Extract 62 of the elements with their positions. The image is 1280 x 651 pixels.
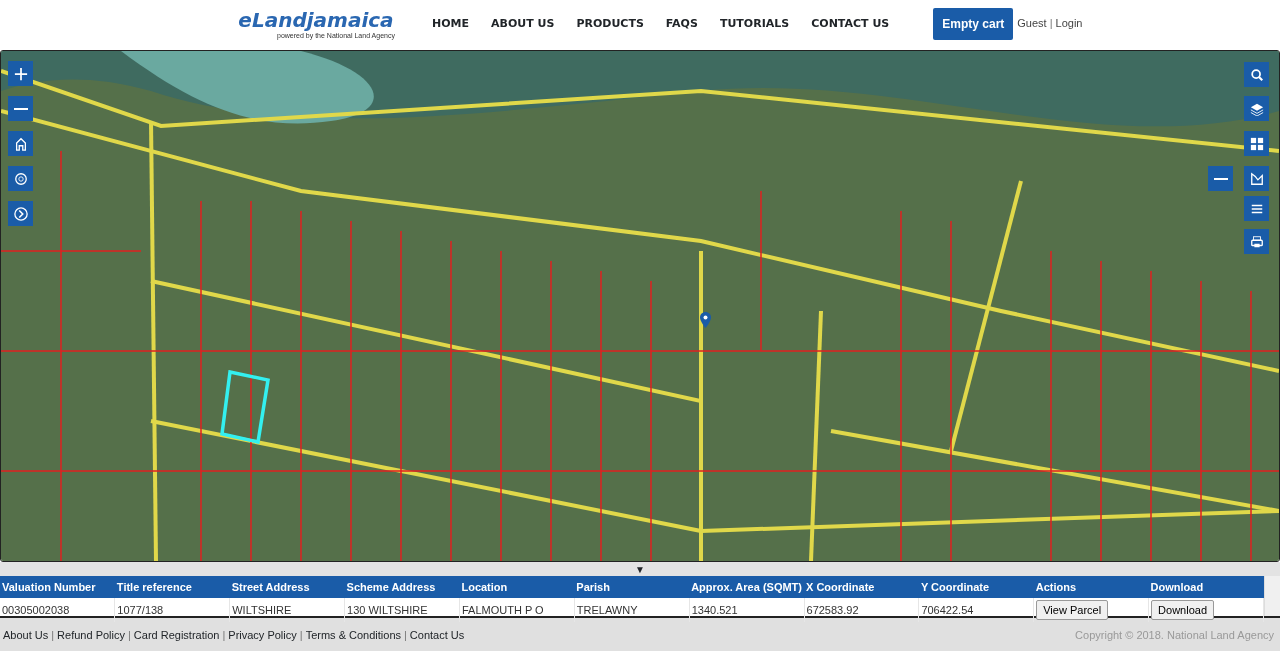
nav-link[interactable]: HOME <box>432 16 470 33</box>
plus-icon <box>13 66 28 81</box>
site-logo[interactable]: eLandjamaica <box>238 8 394 32</box>
footer-link[interactable]: Terms & Conditions <box>305 629 401 642</box>
map-control-button[interactable] <box>1244 229 1269 254</box>
minus-icon <box>13 107 28 110</box>
nav-link[interactable]: TUTORIALS <box>719 16 790 33</box>
separator: | <box>1049 17 1053 29</box>
map-control-button[interactable] <box>1244 96 1269 121</box>
copyright-text: Copyright © 2018. National Land Agency <box>1075 628 1274 644</box>
column-header: Scheme Address <box>344 576 460 598</box>
minus-icon <box>1213 177 1228 180</box>
column-header: Approx. Area (SQMT) <box>689 576 804 598</box>
separator: | <box>222 629 226 642</box>
footer-link[interactable]: Privacy Policy <box>228 629 297 642</box>
scrollbar[interactable] <box>1264 576 1280 616</box>
location-pin-icon <box>700 312 711 328</box>
separator: | <box>128 629 131 642</box>
collapse-toggle[interactable]: ▼ <box>635 561 645 577</box>
column-header: Download <box>1148 576 1264 598</box>
nav-link[interactable]: PRODUCTS <box>576 16 644 33</box>
map-control-button[interactable] <box>8 166 33 191</box>
crosshair-icon <box>13 171 28 186</box>
column-header: Street Address <box>229 576 345 598</box>
grid-icon <box>1249 136 1264 151</box>
map-control-button[interactable] <box>1244 131 1269 156</box>
nav-link[interactable]: ABOUT US <box>491 16 555 33</box>
view-parcel-button[interactable]: View Parcel <box>1036 599 1109 620</box>
chevron-circle-icon <box>13 206 28 221</box>
cart-button[interactable]: Empty cart <box>933 8 1014 40</box>
separator: | <box>404 629 407 642</box>
column-header: Parish <box>574 576 690 598</box>
map-control-button[interactable] <box>8 61 33 86</box>
column-header: Location <box>459 576 575 598</box>
map-control-button[interactable] <box>1208 166 1233 191</box>
separator: | <box>51 629 55 642</box>
footer-link[interactable]: Card Registration <box>133 629 220 642</box>
column-header: Actions <box>1033 576 1149 598</box>
column-header: X Coordinate <box>804 576 919 598</box>
column-header: Valuation Number <box>0 576 115 598</box>
download-button[interactable]: Download <box>1151 599 1214 620</box>
guest-label: Guest <box>1017 17 1047 29</box>
map-control-button[interactable] <box>1244 62 1269 87</box>
house-icon <box>13 136 28 151</box>
nav-link[interactable]: FAQS <box>665 16 698 33</box>
map-control-button[interactable] <box>8 96 33 121</box>
nav-link[interactable]: CONTACT US <box>811 16 890 33</box>
column-header: Title reference <box>114 576 230 598</box>
layers-icon <box>1249 101 1264 116</box>
footer-link[interactable]: About Us <box>3 629 49 642</box>
search-icon <box>1249 67 1264 82</box>
footer-link[interactable]: Contact Us <box>409 629 465 642</box>
column-header: Y Coordinate <box>918 576 1034 598</box>
chart-icon <box>1249 171 1264 186</box>
map-control-button[interactable] <box>1244 196 1269 221</box>
map-control-button[interactable] <box>8 201 33 226</box>
map-control-button[interactable] <box>1244 166 1269 191</box>
footer-link[interactable]: Refund Policy <box>57 629 125 642</box>
map-control-button[interactable] <box>8 131 33 156</box>
login-link[interactable]: Login <box>1055 17 1083 29</box>
separator: | <box>299 629 303 642</box>
printer-icon <box>1249 234 1264 249</box>
